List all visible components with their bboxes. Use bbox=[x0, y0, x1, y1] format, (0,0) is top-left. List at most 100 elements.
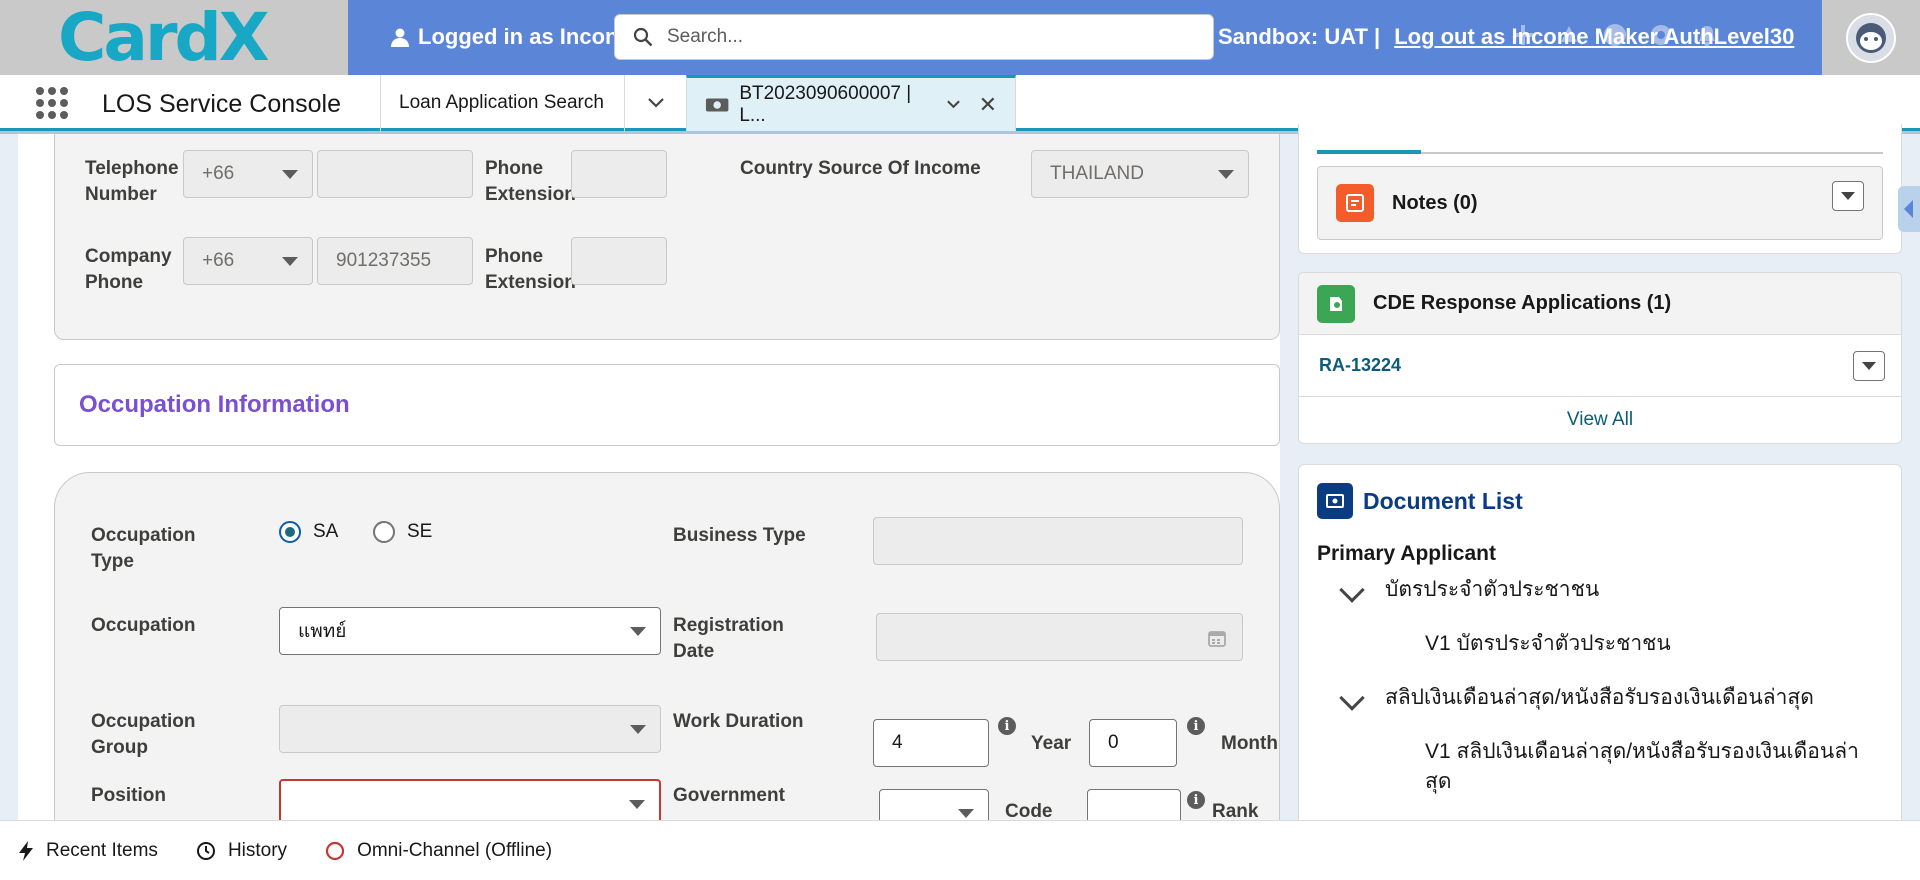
history-label: History bbox=[227, 839, 288, 861]
chevron-down-icon bbox=[647, 98, 664, 108]
work-months-value: 0 bbox=[1108, 732, 1119, 753]
doc-file-payslip[interactable]: V1 สลิปเงินเดือนล่าสุด/หนังสือรับรองเงิน… bbox=[1425, 737, 1859, 767]
cde-card-header: CDE Response Applications (1) bbox=[1299, 273, 1901, 335]
company-extension-input[interactable] bbox=[571, 237, 667, 285]
code-value: +66 bbox=[202, 163, 235, 184]
notes-icon bbox=[1336, 184, 1374, 222]
app-launcher-icon[interactable] bbox=[36, 87, 68, 119]
occupation-group-label: Occupation Group bbox=[91, 711, 196, 758]
registration-date-label: Registration Date bbox=[673, 615, 784, 662]
cde-row-menu-button[interactable] bbox=[1853, 351, 1885, 381]
tab-label: BT2023090600007 | L... bbox=[739, 82, 912, 126]
document-list-header: Document List bbox=[1317, 483, 1523, 519]
telephone-number-input[interactable] bbox=[317, 150, 473, 198]
lightning-icon bbox=[19, 840, 33, 861]
occupation-section: Occupation Type SA SE Business Type Occu… bbox=[54, 472, 1280, 837]
view-all-link[interactable]: View All bbox=[1299, 409, 1901, 431]
code-value: +66 bbox=[202, 250, 235, 271]
phone-extension-label: Phone Extension bbox=[485, 158, 576, 205]
chevron-down-icon[interactable] bbox=[1339, 577, 1365, 603]
notes-menu-button[interactable] bbox=[1832, 181, 1864, 211]
trailhead-icon[interactable] bbox=[1556, 22, 1582, 48]
year-label: Year bbox=[1031, 733, 1072, 754]
occupation-type-radio-sa[interactable]: SA bbox=[279, 521, 338, 543]
top-banner: CardX Logged in as Incon Sandbox: UAT | … bbox=[0, 0, 1920, 75]
doc-file-id-card[interactable]: V1 บัตรประจำตัวประชาชน bbox=[1425, 629, 1671, 659]
work-years-value: 4 bbox=[892, 732, 903, 753]
logged-in-notice: Logged in as Incon bbox=[390, 24, 618, 50]
info-icon[interactable]: i bbox=[998, 717, 1016, 735]
phone-extension-input[interactable] bbox=[571, 150, 667, 198]
workspace: Telephone Number +66 Phone Extension Cou… bbox=[0, 124, 1920, 844]
occupation-group-select[interactable] bbox=[279, 705, 661, 753]
user-avatar-area bbox=[1822, 0, 1920, 75]
utility-bar: Recent Items History Omni-Channel (Offli… bbox=[0, 820, 1920, 880]
document-list-title: Document List bbox=[1363, 487, 1523, 514]
info-icon[interactable]: i bbox=[1187, 791, 1205, 809]
radio-dot bbox=[279, 521, 301, 543]
clock-icon bbox=[196, 841, 215, 860]
collapse-panel-handle[interactable] bbox=[1898, 186, 1920, 232]
global-actions bbox=[1510, 22, 1720, 48]
primary-applicant-label: Primary Applicant bbox=[1317, 542, 1496, 565]
help-icon[interactable] bbox=[1602, 22, 1628, 48]
doc-file-payslip-continued: สุด bbox=[1425, 770, 1452, 793]
tab-loan-application-record[interactable]: BT2023090600007 | L... ✕ bbox=[686, 75, 1016, 131]
section-title: Occupation Information bbox=[79, 391, 350, 418]
history-button[interactable]: History bbox=[196, 840, 287, 862]
avatar[interactable] bbox=[1846, 12, 1896, 63]
recent-items-button[interactable]: Recent Items bbox=[18, 840, 158, 862]
chevron-down-icon[interactable] bbox=[1339, 685, 1365, 711]
cde-title: CDE Response Applications (1) bbox=[1373, 292, 1672, 314]
tab-loan-application-search[interactable]: Loan Application Search bbox=[380, 75, 624, 131]
doc-group-id-card[interactable]: บัตรประจำตัวประชาชน bbox=[1385, 575, 1599, 605]
global-search[interactable] bbox=[614, 14, 1214, 60]
country-source-label: Country Source Of Income bbox=[740, 158, 981, 179]
occupation-select[interactable]: แพทย์ bbox=[279, 607, 661, 655]
notes-header[interactable]: Notes (0) bbox=[1317, 166, 1883, 240]
logged-in-text: Logged in as Incon bbox=[418, 24, 619, 49]
work-duration-label: Work Duration bbox=[673, 711, 804, 732]
cde-response-card: CDE Response Applications (1) RA-13224 V… bbox=[1298, 272, 1902, 444]
document-icon bbox=[1317, 483, 1353, 519]
omni-channel-button[interactable]: Omni-Channel (Offline) bbox=[325, 840, 552, 862]
cardx-logo: CardX bbox=[58, 5, 270, 71]
contact-section: Telephone Number +66 Phone Extension Cou… bbox=[54, 134, 1280, 340]
doc-group-payslip[interactable]: สลิปเงินเดือนล่าสุด/หนังสือรับรองเงินเดื… bbox=[1385, 683, 1814, 713]
setup-gear-icon[interactable] bbox=[1648, 22, 1674, 48]
occupation-label: Occupation bbox=[91, 615, 196, 636]
close-tab-icon[interactable]: ✕ bbox=[979, 92, 997, 118]
tab-chevron-down-icon[interactable] bbox=[946, 99, 961, 110]
work-months-input[interactable]: 0 bbox=[1089, 719, 1177, 767]
tab-label: Loan Application Search bbox=[399, 92, 604, 113]
app-name: LOS Service Console bbox=[102, 90, 342, 118]
occupation-type-radio-se[interactable]: SE bbox=[373, 521, 432, 543]
info-icon[interactable]: i bbox=[1187, 717, 1205, 735]
company-phone-code-select[interactable]: +66 bbox=[183, 237, 313, 285]
company-extension-label: Phone Extension bbox=[485, 246, 576, 293]
registration-date-input[interactable] bbox=[876, 613, 1243, 661]
business-type-label: Business Type bbox=[673, 525, 806, 546]
government-label: Government bbox=[673, 785, 785, 806]
cde-record-link[interactable]: RA-13224 bbox=[1319, 355, 1401, 376]
console-navbar: LOS Service Console Loan Application Sea… bbox=[0, 75, 1920, 131]
right-sidebar: Notes (0) CDE Response Applications (1) … bbox=[1280, 124, 1920, 844]
calendar-icon[interactable] bbox=[1208, 629, 1226, 647]
telephone-country-code-select[interactable]: +66 bbox=[183, 150, 313, 198]
telephone-label: Telephone Number bbox=[85, 158, 179, 205]
nav-menu-dropdown[interactable] bbox=[624, 75, 686, 131]
country-source-select[interactable]: THAILAND bbox=[1031, 150, 1249, 198]
omni-channel-label: Omni-Channel (Offline) bbox=[357, 839, 553, 861]
work-years-input[interactable]: 4 bbox=[873, 719, 989, 767]
business-type-input[interactable] bbox=[873, 517, 1243, 565]
company-phone-value: 901237355 bbox=[336, 250, 432, 271]
astro-avatar-icon bbox=[1856, 22, 1886, 53]
money-icon bbox=[705, 97, 729, 112]
search-input[interactable] bbox=[667, 26, 1187, 48]
notification-bell-icon[interactable] bbox=[1694, 22, 1720, 48]
document-list-card: Document List Primary Applicant บัตรประจ… bbox=[1298, 464, 1902, 844]
company-phone-number-input[interactable]: 901237355 bbox=[317, 237, 473, 285]
occupation-value: แพทย์ bbox=[298, 621, 347, 642]
add-icon[interactable] bbox=[1510, 22, 1536, 48]
cde-icon bbox=[1317, 284, 1355, 323]
